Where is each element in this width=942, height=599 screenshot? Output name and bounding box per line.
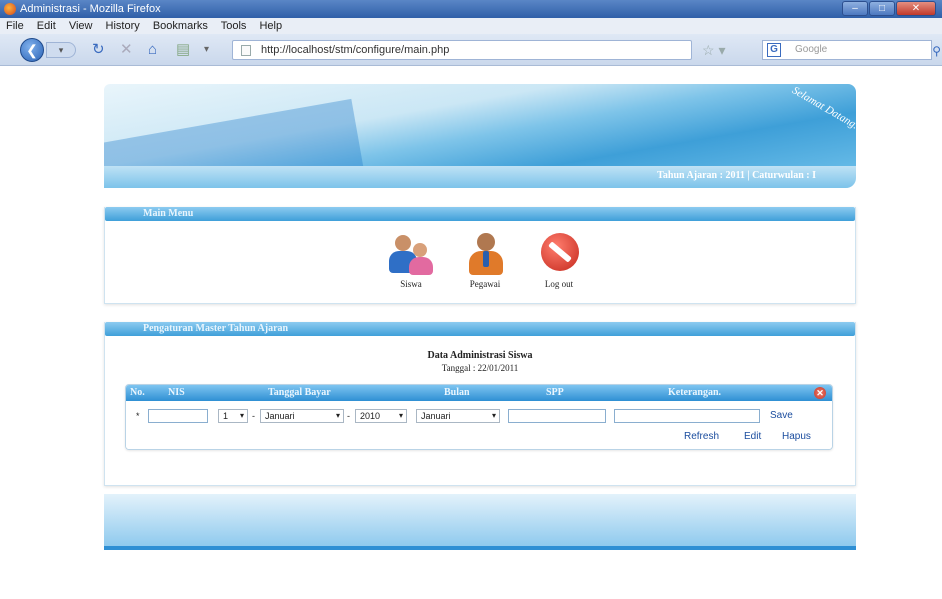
firefox-icon xyxy=(4,3,16,15)
footer-line xyxy=(104,546,856,550)
menu-tools[interactable]: Tools xyxy=(221,20,247,32)
academic-year-settings-panel: Pengaturan Master Tahun Ajaran Data Admi… xyxy=(104,322,856,486)
window-controls: – □ ✕ xyxy=(842,1,936,16)
menu-history[interactable]: History xyxy=(106,20,140,32)
nis-input[interactable] xyxy=(148,409,208,423)
menu-bookmarks[interactable]: Bookmarks xyxy=(153,20,208,32)
grid-input-row: * 1 ▾ - Januari ▾ - 2010 ▾ Januari ▾ Save xyxy=(126,401,832,449)
grid-header: No. NIS Tanggal Bayar Bulan SPP Keterang… xyxy=(126,385,832,401)
search-input[interactable]: G Google ⚲ xyxy=(762,40,941,60)
settings-panel-title: Pengaturan Master Tahun Ajaran xyxy=(105,322,855,336)
bulan-select[interactable]: Januari ▾ xyxy=(416,409,500,423)
page-content: Selamat Datang. Tahun Ajaran : 2011 | Ca… xyxy=(0,66,942,599)
window-titlebar: Administrasi - Mozilla Firefox – □ ✕ xyxy=(0,0,942,18)
chevron-down-icon: ▾ xyxy=(491,411,496,420)
dropdown-icon[interactable]: ▾ xyxy=(204,42,209,58)
google-icon[interactable]: G xyxy=(767,43,781,57)
date-text: Tanggal : 22/01/2011 xyxy=(441,363,519,373)
menu-item-siswa-label: Siswa xyxy=(400,279,422,289)
logout-icon xyxy=(535,233,583,275)
menu-file[interactable]: File xyxy=(6,20,24,32)
home-icon[interactable]: ⌂ xyxy=(148,42,157,58)
navigation-toolbar: ❮ ▾ ↻ ✕ ⌂ ▤ ▾ http://localhost/stm/confi… xyxy=(0,34,942,66)
col-nis: NIS xyxy=(168,387,185,398)
col-bulan: Bulan xyxy=(444,387,470,398)
main-menu-panel: Main Menu Siswa Pegawai Log out xyxy=(104,207,856,304)
chevron-down-icon: ▾ xyxy=(398,411,403,420)
main-menu-title: Main Menu xyxy=(105,207,855,221)
spp-input[interactable] xyxy=(508,409,606,423)
year-select[interactable]: 2010 ▾ xyxy=(355,409,407,423)
forward-dropdown-button[interactable]: ▾ xyxy=(46,42,76,58)
reload-icon[interactable]: ↻ xyxy=(92,42,105,58)
window-title: Administrasi - Mozilla Firefox xyxy=(20,3,161,15)
menu-bar: File Edit View History Bookmarks Tools H… xyxy=(0,18,942,34)
menu-item-pegawai-label: Pegawai xyxy=(469,279,501,289)
header-banner: Selamat Datang. xyxy=(104,84,856,166)
menu-edit[interactable]: Edit xyxy=(37,20,56,32)
menu-help[interactable]: Help xyxy=(259,20,282,32)
menu-item-logout[interactable]: Log out xyxy=(531,233,587,289)
main-menu-items: Siswa Pegawai Log out xyxy=(383,233,587,289)
students-icon xyxy=(387,233,435,275)
minimize-button[interactable]: – xyxy=(842,1,868,16)
row-marker: * xyxy=(136,411,140,421)
academic-year-text: Tahun Ajaran : 2011 | Caturwulan : I xyxy=(657,170,816,181)
delete-link[interactable]: Hapus xyxy=(782,431,811,442)
menu-item-siswa[interactable]: Siswa xyxy=(383,233,439,289)
print-icon[interactable]: ▤ xyxy=(176,42,190,58)
back-button[interactable]: ❮ xyxy=(20,38,44,62)
col-no: No. xyxy=(130,387,145,398)
close-window-button[interactable]: ✕ xyxy=(896,1,936,16)
search-icon[interactable]: ⚲ xyxy=(932,42,941,60)
col-keterangan: Keterangan. xyxy=(668,387,722,398)
page-icon xyxy=(241,45,251,56)
title-block: Data Administrasi Siswa Tanggal : 22/01/… xyxy=(105,350,855,373)
col-tanggal-bayar: Tanggal Bayar xyxy=(268,387,331,398)
date-separator-2: - xyxy=(347,411,350,421)
address-bar[interactable]: http://localhost/stm/configure/main.php xyxy=(232,40,692,60)
keterangan-input[interactable] xyxy=(614,409,760,423)
search-placeholder: Google xyxy=(795,44,828,55)
save-link[interactable]: Save xyxy=(770,410,793,421)
menu-view[interactable]: View xyxy=(69,20,93,32)
payment-grid: No. NIS Tanggal Bayar Bulan SPP Keterang… xyxy=(125,384,833,450)
employee-icon xyxy=(461,233,509,275)
menu-item-pegawai[interactable]: Pegawai xyxy=(457,233,513,289)
bookmark-star-icon[interactable]: ☆ ▾ xyxy=(702,42,725,58)
data-heading: Data Administrasi Siswa xyxy=(427,350,533,361)
col-spp: SPP xyxy=(546,387,564,398)
menu-item-logout-label: Log out xyxy=(544,279,574,289)
close-grid-icon[interactable]: ✕ xyxy=(814,387,826,399)
refresh-link[interactable]: Refresh xyxy=(684,431,719,442)
academic-year-bar: Tahun Ajaran : 2011 | Caturwulan : I xyxy=(104,166,856,188)
stop-icon[interactable]: ✕ xyxy=(120,42,133,58)
url-text: http://localhost/stm/configure/main.php xyxy=(261,44,450,56)
month-select[interactable]: Januari ▾ xyxy=(260,409,344,423)
page-footer xyxy=(104,494,856,546)
chevron-down-icon: ▾ xyxy=(335,411,340,420)
date-separator-1: - xyxy=(252,411,255,421)
chevron-down-icon: ▾ xyxy=(239,411,244,420)
maximize-button[interactable]: □ xyxy=(869,1,895,16)
day-select[interactable]: 1 ▾ xyxy=(218,409,248,423)
welcome-text: Selamat Datang. xyxy=(790,84,856,132)
edit-link[interactable]: Edit xyxy=(744,431,761,442)
